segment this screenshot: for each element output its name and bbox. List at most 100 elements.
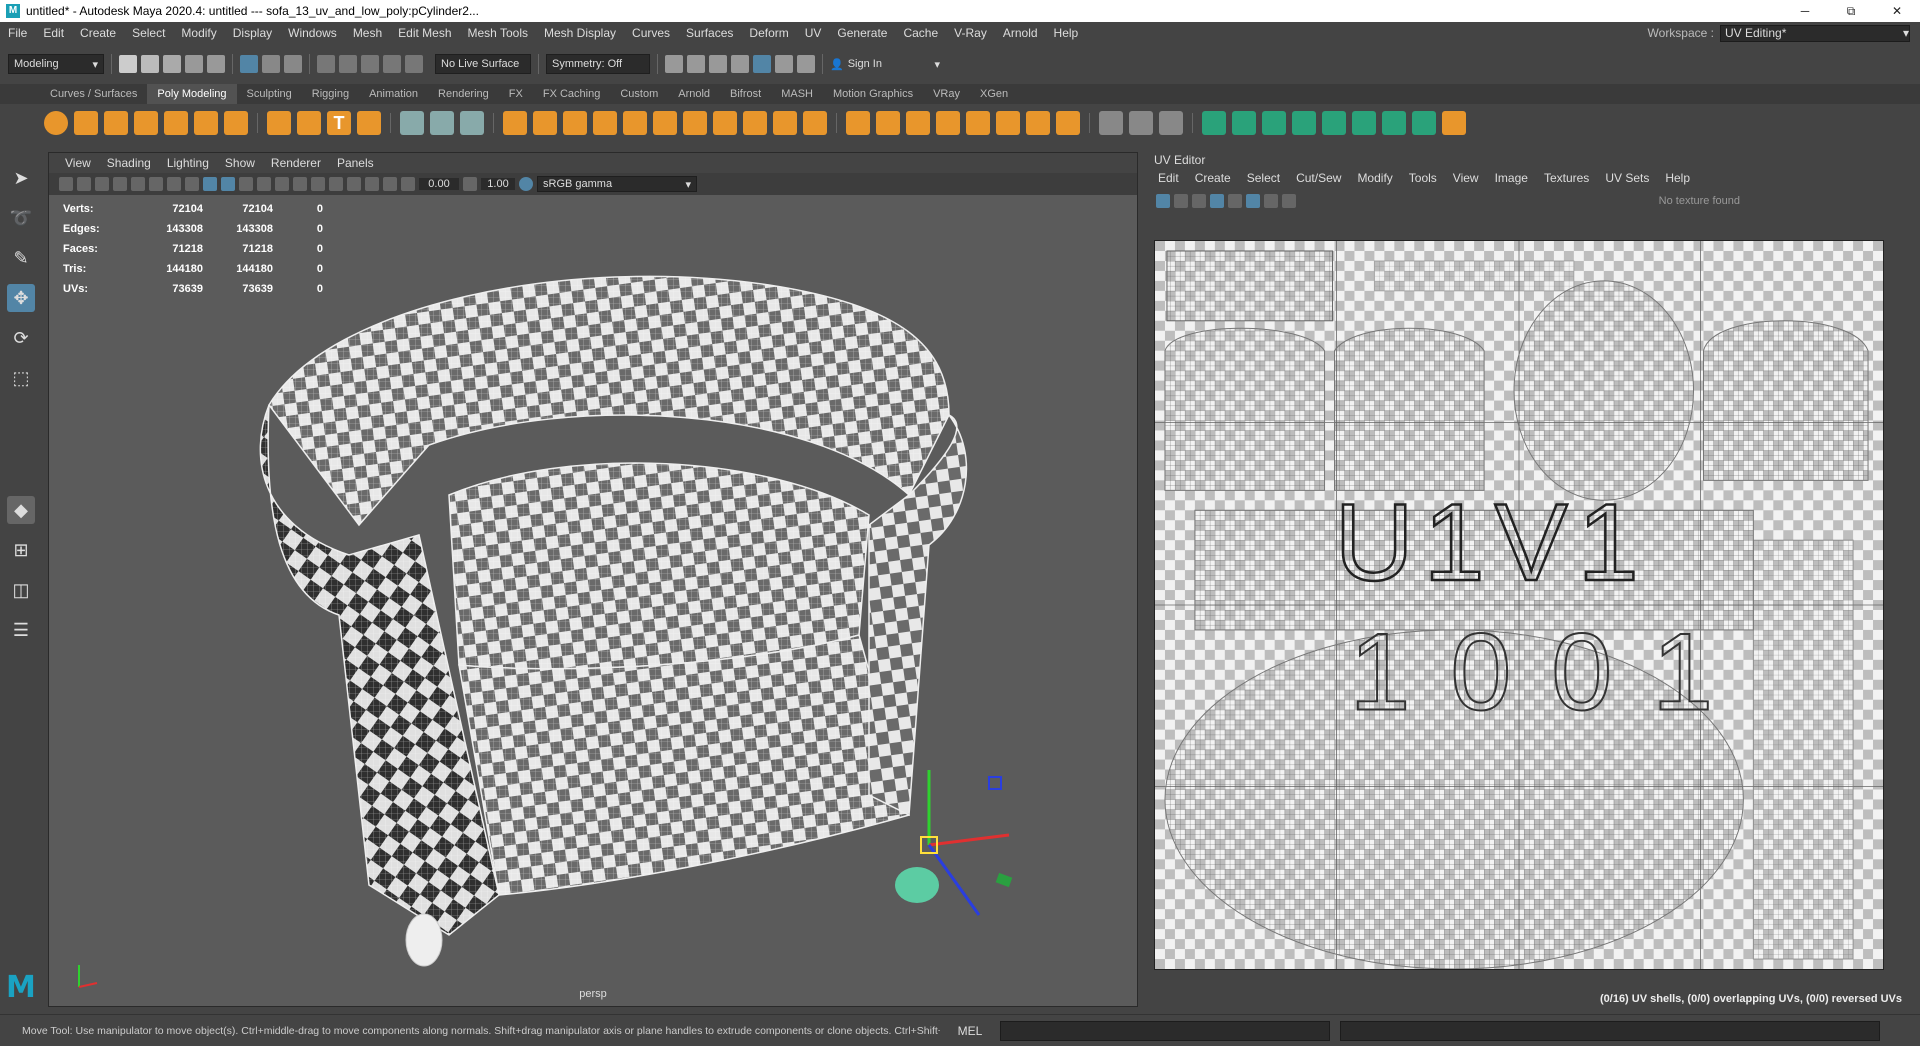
uv-toggle-icon[interactable]: [1156, 194, 1170, 208]
super-shape-icon[interactable]: [297, 111, 321, 135]
center-pivot-icon[interactable]: [430, 111, 454, 135]
retopologize-icon[interactable]: [653, 111, 677, 135]
new-scene-icon[interactable]: [119, 55, 137, 73]
shelf-tab-rendering[interactable]: Rendering: [428, 84, 499, 104]
menu-uv[interactable]: UV: [797, 26, 830, 40]
menu-mesh-tools[interactable]: Mesh Tools: [460, 26, 536, 40]
combine-icon[interactable]: [503, 111, 527, 135]
uv-snapshot-icon[interactable]: [1282, 194, 1296, 208]
select-camera-icon[interactable]: [59, 177, 73, 191]
viewport-menu-lighting[interactable]: Lighting: [159, 156, 217, 170]
shelf-tab-custom[interactable]: Custom: [610, 84, 668, 104]
uv-canvas[interactable]: U1V1 1001: [1154, 240, 1884, 970]
wedge-icon[interactable]: [1026, 111, 1050, 135]
viewport-menu-panels[interactable]: Panels: [329, 156, 382, 170]
shelf-tab-curves-surfaces[interactable]: Curves / Surfaces: [40, 84, 147, 104]
boolean-union-icon[interactable]: [683, 111, 707, 135]
undo-icon[interactable]: [185, 55, 203, 73]
uv-menu-edit[interactable]: Edit: [1150, 171, 1187, 185]
uv-checker-icon[interactable]: [1246, 194, 1260, 208]
single-perspective-layout-icon[interactable]: ◆: [7, 496, 35, 524]
xray-joints-icon[interactable]: [383, 177, 397, 191]
sofa-mesh[interactable]: [49, 195, 1139, 1007]
uv-menu-uv-sets[interactable]: UV Sets: [1597, 171, 1657, 185]
shelf-tab-motion-graphics[interactable]: Motion Graphics: [823, 84, 923, 104]
shelf-tab-bifrost[interactable]: Bifrost: [720, 84, 771, 104]
redo-icon[interactable]: [207, 55, 225, 73]
menu-edit[interactable]: Edit: [35, 26, 72, 40]
uv-menu-create[interactable]: Create: [1187, 171, 1239, 185]
reduce-icon[interactable]: [593, 111, 617, 135]
uv-menu-modify[interactable]: Modify: [1349, 171, 1400, 185]
cylindrical-uv-icon[interactable]: [1232, 111, 1256, 135]
symmetry-dropdown[interactable]: Symmetry: Off: [546, 54, 650, 74]
isolate-select-icon[interactable]: [347, 177, 361, 191]
bevel-icon[interactable]: [876, 111, 900, 135]
append-polygon-icon[interactable]: [906, 111, 930, 135]
open-scene-icon[interactable]: [141, 55, 159, 73]
snap-point-icon[interactable]: [361, 55, 379, 73]
menu-display[interactable]: Display: [225, 26, 280, 40]
grid-icon[interactable]: [131, 177, 145, 191]
scale-tool-icon[interactable]: ⬚: [7, 364, 35, 392]
snap-grid-icon[interactable]: [317, 55, 335, 73]
svg-icon[interactable]: [357, 111, 381, 135]
uv-layout-icon[interactable]: [1352, 111, 1376, 135]
spherical-uv-icon[interactable]: [1262, 111, 1286, 135]
gate-mask-icon[interactable]: [185, 177, 199, 191]
shelf-tab-sculpting[interactable]: Sculpting: [237, 84, 302, 104]
rotate-tool-icon[interactable]: ⟳: [7, 324, 35, 352]
shadows-icon[interactable]: [293, 177, 307, 191]
insert-edge-loop-icon[interactable]: [936, 111, 960, 135]
menu-modify[interactable]: Modify: [173, 26, 224, 40]
resolution-gate-icon[interactable]: [167, 177, 181, 191]
menu-create[interactable]: Create: [72, 26, 124, 40]
image-plane-icon[interactable]: [113, 177, 127, 191]
uv-menu-view[interactable]: View: [1445, 171, 1487, 185]
automatic-uv-icon[interactable]: [1292, 111, 1316, 135]
wireframe-icon[interactable]: [203, 177, 217, 191]
four-view-layout-icon[interactable]: ⊞: [7, 536, 35, 564]
circularize-icon[interactable]: [1056, 111, 1080, 135]
snap-view-plane-icon[interactable]: [383, 55, 401, 73]
camera-attributes-icon[interactable]: [77, 177, 91, 191]
poly-cylinder-icon[interactable]: [104, 111, 128, 135]
use-lights-icon[interactable]: [275, 177, 289, 191]
shelf-tab-fx-caching[interactable]: FX Caching: [533, 84, 610, 104]
paint-select-icon[interactable]: ✎: [7, 244, 35, 272]
target-weld-icon[interactable]: [1129, 111, 1153, 135]
mel-label[interactable]: MEL: [940, 1024, 1000, 1038]
bridge-icon[interactable]: [803, 111, 827, 135]
sew-uv-icon[interactable]: [1442, 111, 1466, 135]
viewport-menu-shading[interactable]: Shading: [99, 156, 159, 170]
colorspace-dropdown[interactable]: sRGB gamma ▾: [537, 176, 697, 192]
select-by-hierarchy-icon[interactable]: [240, 55, 258, 73]
sign-in-button[interactable]: 👤 Sign In ▾: [830, 58, 940, 71]
gamma-field[interactable]: 1.00: [481, 178, 515, 190]
uv-menu-image[interactable]: Image: [1487, 171, 1536, 185]
connect-icon[interactable]: [1159, 111, 1183, 135]
shelf-tab-poly-modeling[interactable]: Poly Modeling: [147, 84, 237, 104]
hypershade-icon[interactable]: [753, 55, 771, 73]
uv-menu-cut-sew[interactable]: Cut/Sew: [1288, 171, 1349, 185]
shelf-tab-animation[interactable]: Animation: [359, 84, 428, 104]
multi-cut-icon[interactable]: [1099, 111, 1123, 135]
platonic-solid-icon[interactable]: [267, 111, 291, 135]
lasso-tool-icon[interactable]: ➰: [7, 204, 35, 232]
uv-distortion-icon[interactable]: [1228, 194, 1242, 208]
menu-generate[interactable]: Generate: [829, 26, 895, 40]
separate-icon[interactable]: [533, 111, 557, 135]
uv-menu-tools[interactable]: Tools: [1401, 171, 1445, 185]
menu-select[interactable]: Select: [124, 26, 173, 40]
pause-icon[interactable]: [797, 55, 815, 73]
bookmark-icon[interactable]: [95, 177, 109, 191]
ambient-occlusion-icon[interactable]: [311, 177, 325, 191]
uv-menu-select[interactable]: Select: [1239, 171, 1288, 185]
shelf-tab-arnold[interactable]: Arnold: [668, 84, 720, 104]
menu-surfaces[interactable]: Surfaces: [678, 26, 741, 40]
menu-edit-mesh[interactable]: Edit Mesh: [390, 26, 459, 40]
uv-texture-borders-icon[interactable]: [1264, 194, 1278, 208]
select-by-object-icon[interactable]: [262, 55, 280, 73]
snap-curve-icon[interactable]: [339, 55, 357, 73]
shelf-tab-vray[interactable]: VRay: [923, 84, 970, 104]
